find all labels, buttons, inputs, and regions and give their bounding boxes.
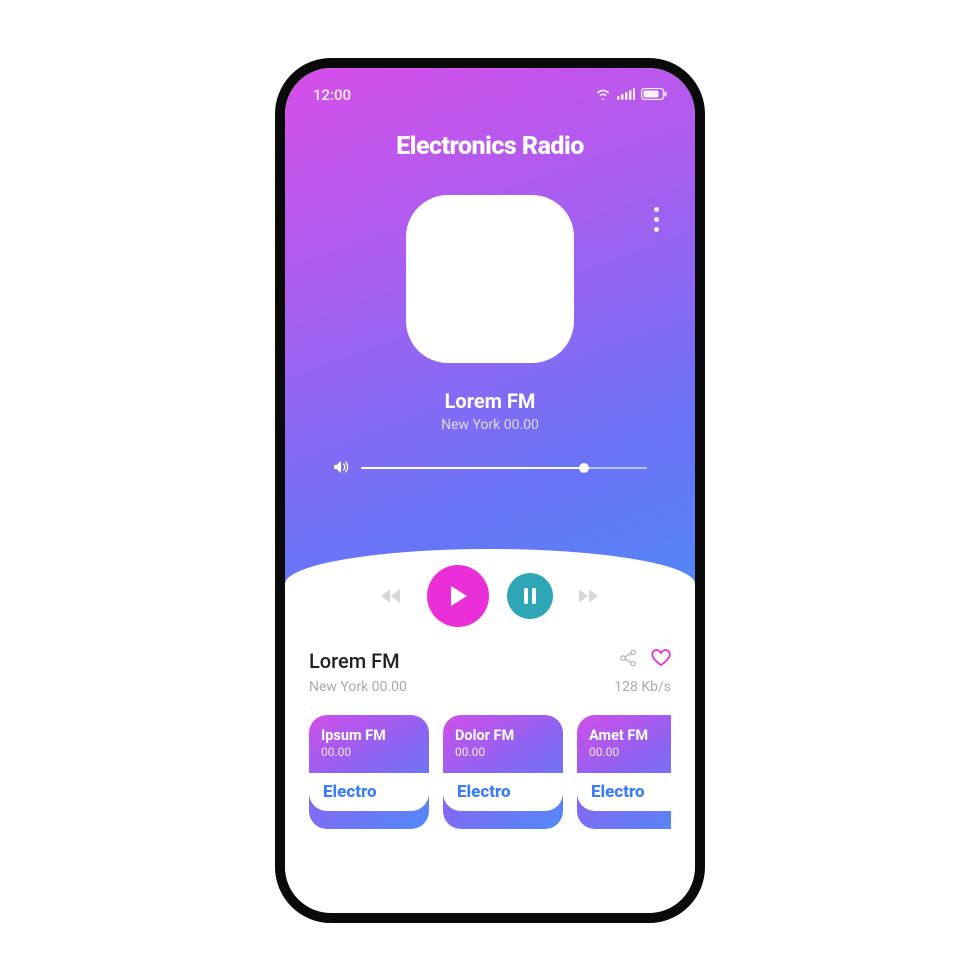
- phone-frame: 12:00 Electronics Radio: [275, 58, 705, 923]
- station-card-title: Ipsum FM: [321, 727, 417, 744]
- volume-control: [333, 459, 647, 478]
- app-title: Electronics Radio: [313, 132, 667, 161]
- wifi-icon: [595, 86, 611, 104]
- station-card-genre: Electro: [577, 773, 671, 811]
- playback-controls: [309, 565, 671, 627]
- station-card-frequency: 00.00: [321, 745, 417, 759]
- now-playing-title: Lorem FM: [313, 389, 667, 413]
- screen: 12:00 Electronics Radio: [285, 68, 695, 913]
- track-info-row: Lorem FM New York 00.00 128 Kb/s: [309, 649, 671, 695]
- share-icon: [619, 649, 637, 667]
- waveform-icon: [435, 234, 545, 324]
- status-time: 12:00: [313, 86, 351, 104]
- battery-icon: [641, 86, 667, 104]
- signal-icon: [617, 86, 635, 104]
- station-card-genre: Electro: [309, 773, 429, 811]
- next-icon: [578, 588, 600, 604]
- volume-slider[interactable]: [361, 467, 647, 469]
- bitrate-label: 128 Kb/s: [614, 679, 671, 695]
- station-card-title: Dolor FM: [455, 727, 551, 744]
- share-button[interactable]: [619, 649, 637, 671]
- station-card[interactable]: Ipsum FM 00.00 Electro: [309, 715, 429, 829]
- station-card-genre: Electro: [443, 773, 563, 811]
- station-card[interactable]: Amet FM 00.00 Electro: [577, 715, 671, 829]
- track-title: Lorem FM: [309, 649, 407, 673]
- station-card-frequency: 00.00: [455, 745, 551, 759]
- previous-button[interactable]: [373, 578, 409, 614]
- favorite-button[interactable]: [651, 649, 671, 671]
- pause-button[interactable]: [507, 573, 553, 619]
- station-card-title: Amet FM: [589, 727, 671, 744]
- station-artwork[interactable]: [406, 195, 574, 363]
- volume-icon[interactable]: [333, 459, 349, 478]
- track-subtitle: New York 00.00: [309, 679, 407, 695]
- now-playing-subtitle: New York 00.00: [313, 417, 667, 433]
- status-icons: [595, 86, 667, 104]
- status-bar: 12:00: [313, 86, 667, 104]
- station-card-frequency: 00.00: [589, 745, 671, 759]
- stations-carousel[interactable]: Ipsum FM 00.00 Electro Dolor FM 00.00 El…: [309, 715, 671, 829]
- play-icon: [447, 584, 469, 608]
- previous-icon: [380, 588, 402, 604]
- play-button[interactable]: [427, 565, 489, 627]
- bottom-panel: Lorem FM New York 00.00 128 Kb/s: [285, 549, 695, 912]
- station-card[interactable]: Dolor FM 00.00 Electro: [443, 715, 563, 829]
- next-button[interactable]: [571, 578, 607, 614]
- pause-icon: [522, 587, 538, 605]
- heart-icon: [651, 649, 671, 667]
- more-options-button[interactable]: [650, 203, 663, 236]
